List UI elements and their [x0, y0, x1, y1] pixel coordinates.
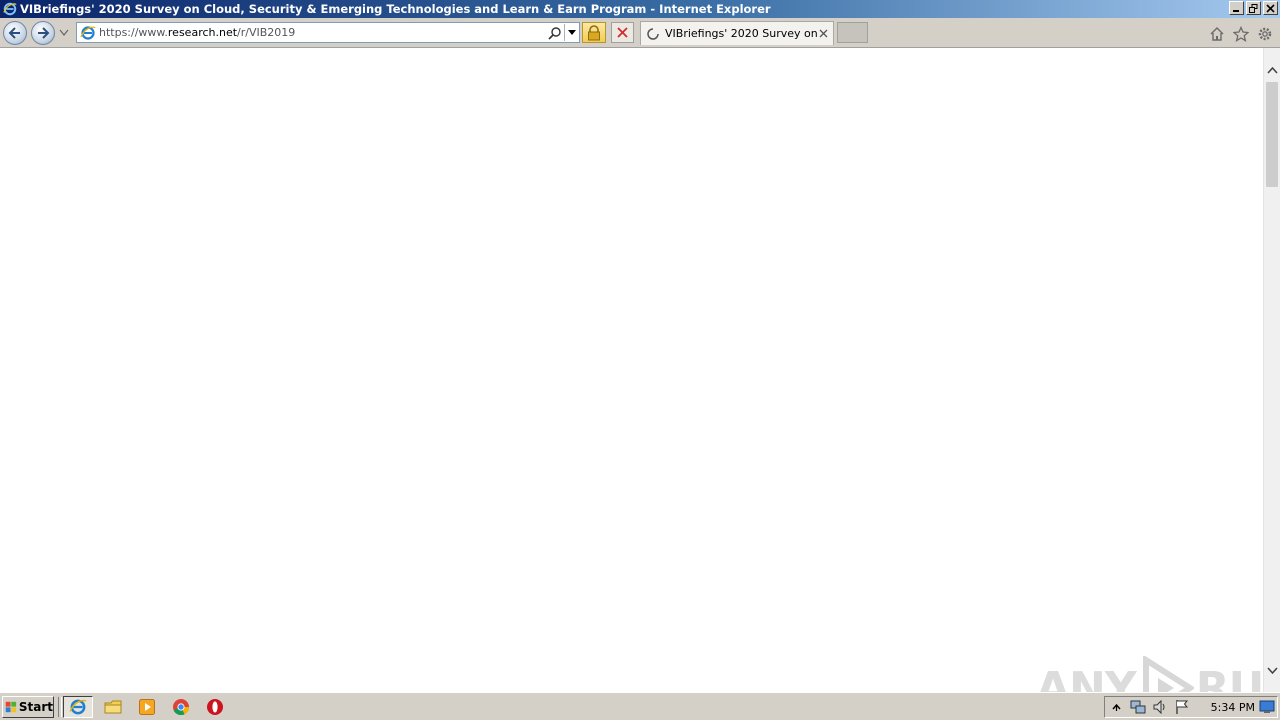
speaker-icon	[1153, 699, 1165, 715]
window-title: VIBriefings' 2020 Survey on Cloud, Secur…	[20, 2, 771, 16]
arrow-right-icon	[38, 27, 50, 39]
stop-x-icon	[617, 27, 628, 38]
navigation-bar: https://www.research.net/r/VIB2019 VIBri…	[0, 18, 1280, 48]
media-player-icon	[139, 699, 155, 715]
minimize-button[interactable]	[1229, 1, 1244, 15]
taskbar-app-chrome[interactable]	[166, 696, 196, 718]
taskbar-app-windows-explorer[interactable]	[98, 696, 128, 718]
internet-explorer-icon	[69, 699, 87, 715]
internet-explorer-icon	[3, 2, 17, 16]
search-icon	[548, 26, 561, 40]
monitor-icon	[1259, 700, 1275, 713]
tab-label: VIBriefings' 2020 Survey on ...	[665, 27, 817, 40]
url-text[interactable]: https://www.research.net/r/VIB2019	[99, 26, 546, 39]
network-tray-icon[interactable]	[1127, 697, 1149, 717]
minimize-icon	[1233, 9, 1239, 12]
tab-close-button[interactable]	[817, 28, 829, 40]
volume-tray-icon[interactable]	[1149, 697, 1171, 717]
restore-icon	[1249, 3, 1258, 13]
browser-tab-active[interactable]: VIBriefings' 2020 Survey on ...	[640, 21, 834, 45]
taskbar-app-opera[interactable]	[200, 696, 230, 718]
loading-spinner-icon	[647, 27, 659, 40]
arrow-left-icon	[8, 27, 20, 39]
stop-button[interactable]	[611, 22, 634, 43]
security-report-button[interactable]	[582, 22, 606, 43]
chevron-up-icon	[1266, 66, 1278, 74]
star-icon	[1233, 26, 1249, 42]
url-path: /r/VIB2019	[237, 26, 296, 39]
chrome-icon	[173, 699, 189, 716]
system-tray: 5:34 PM	[1104, 696, 1278, 718]
search-button[interactable]	[546, 24, 564, 42]
address-dropdown-button[interactable]	[564, 24, 579, 41]
home-button[interactable]	[1208, 25, 1226, 43]
taskbar-app-media-player[interactable]	[132, 696, 162, 718]
network-icon	[1130, 700, 1146, 714]
page-content-area: ANY RUN	[0, 48, 1280, 720]
restore-button[interactable]	[1246, 1, 1261, 15]
home-icon	[1210, 27, 1224, 41]
taskbar-app-internet-explorer[interactable]	[63, 696, 93, 718]
opera-icon	[207, 699, 223, 715]
back-button[interactable]	[3, 21, 27, 45]
start-label: Start	[18, 700, 53, 714]
close-icon	[1266, 3, 1275, 13]
favorites-button[interactable]	[1232, 25, 1250, 43]
recent-pages-chevron-down-icon[interactable]	[59, 29, 69, 37]
action-center-tray-icon[interactable]	[1171, 697, 1193, 717]
address-bar[interactable]: https://www.research.net/r/VIB2019	[76, 22, 580, 43]
chevron-down-icon	[568, 29, 576, 35]
show-desktop-button[interactable]	[1259, 699, 1275, 715]
scroll-up-button[interactable]	[1264, 62, 1280, 78]
chevron-up-icon	[1111, 703, 1121, 711]
scroll-down-button[interactable]	[1264, 662, 1280, 678]
page-ie-icon	[80, 25, 96, 40]
gear-icon	[1258, 27, 1272, 41]
forward-button[interactable]	[31, 21, 55, 45]
close-button[interactable]	[1263, 1, 1278, 15]
chevron-down-icon	[1266, 666, 1278, 674]
vertical-scrollbar[interactable]	[1263, 48, 1280, 692]
tools-button[interactable]	[1256, 25, 1274, 43]
windows-flag-icon	[5, 701, 17, 713]
url-domain: research.net	[167, 26, 238, 39]
folder-icon	[104, 700, 122, 714]
show-hidden-icons-button[interactable]	[1105, 697, 1127, 717]
scroll-thumb[interactable]	[1266, 82, 1278, 187]
taskbar-separator	[58, 697, 62, 717]
url-prefix: https://www.	[99, 26, 168, 39]
taskbar: Start 5:34 PM	[0, 692, 1280, 720]
flag-icon	[1176, 700, 1189, 714]
start-button[interactable]: Start	[2, 696, 54, 718]
clock[interactable]: 5:34 PM	[1211, 701, 1255, 714]
close-icon	[819, 29, 827, 38]
new-tab-button[interactable]	[837, 22, 868, 43]
lock-icon	[588, 24, 600, 40]
window-title-bar: VIBriefings' 2020 Survey on Cloud, Secur…	[0, 0, 1280, 18]
